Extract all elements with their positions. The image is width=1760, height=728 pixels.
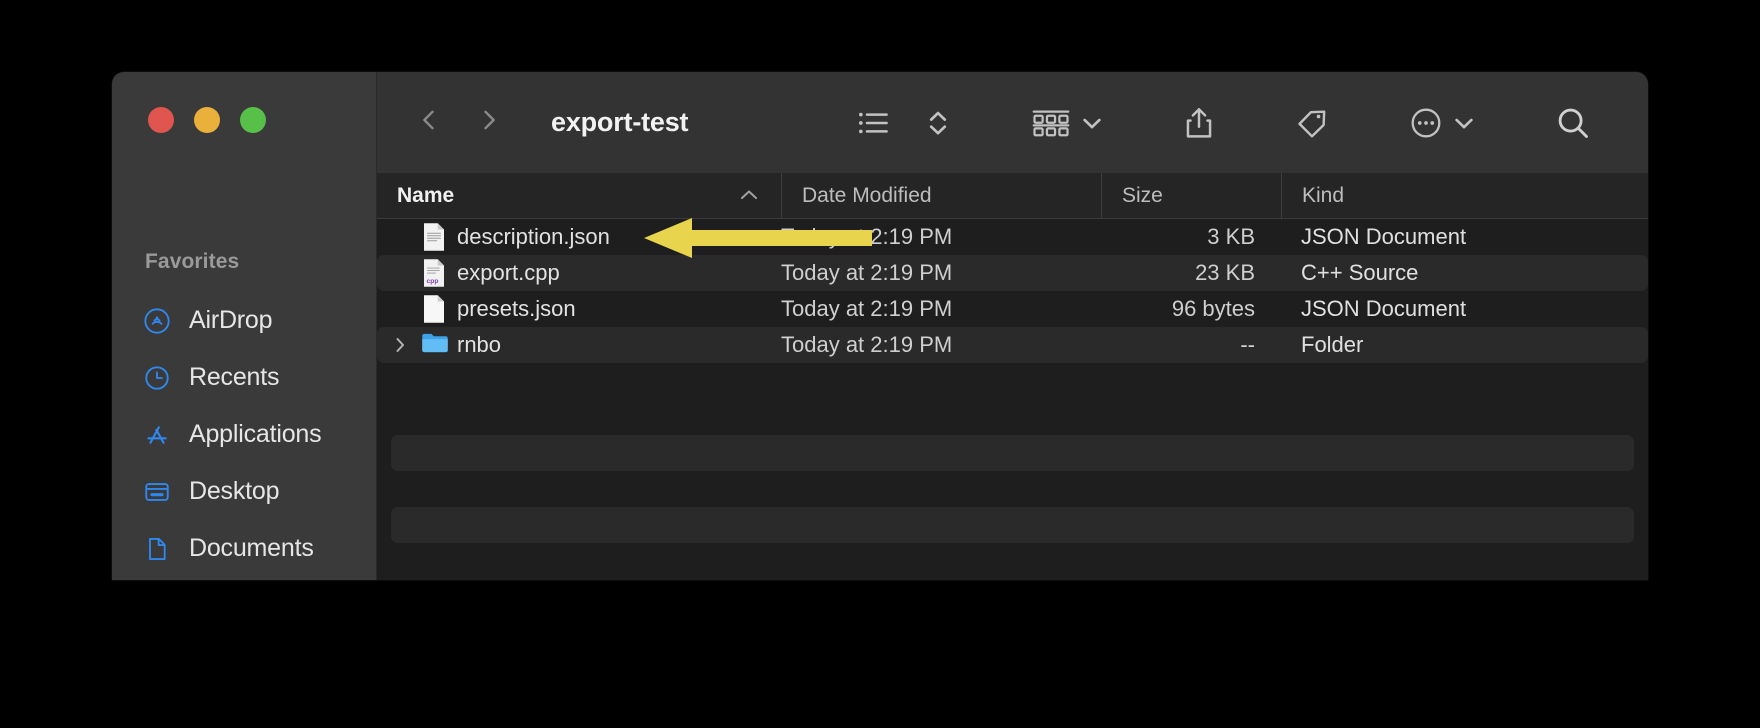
column-headers: Name Date Modified Size Kind bbox=[377, 173, 1648, 219]
file-name-cell: cpp export.cpp bbox=[377, 258, 781, 288]
json-file-icon bbox=[421, 222, 447, 252]
sidebar-item-label: Applications bbox=[189, 420, 321, 449]
sidebar-item-airdrop[interactable]: AirDrop bbox=[112, 292, 376, 349]
sidebar: Favorites AirDrop bbox=[112, 72, 377, 580]
file-date: Today at 2:19 PM bbox=[781, 332, 1101, 358]
close-button[interactable] bbox=[148, 107, 174, 133]
forward-button[interactable] bbox=[475, 103, 503, 142]
empty-row-striped bbox=[391, 507, 1634, 543]
sidebar-item-label: AirDrop bbox=[189, 306, 272, 335]
document-icon bbox=[142, 534, 172, 564]
window-title: export-test bbox=[551, 107, 688, 138]
main-pane: export-test bbox=[377, 72, 1648, 580]
clock-icon bbox=[142, 363, 172, 393]
file-name: export.cpp bbox=[457, 260, 560, 286]
desktop-icon bbox=[142, 477, 172, 507]
file-name-cell: rnbo bbox=[377, 330, 781, 360]
sort-stepper-icon[interactable] bbox=[908, 93, 968, 153]
chevron-down-icon bbox=[1081, 114, 1103, 132]
file-kind: C++ Source bbox=[1281, 260, 1648, 286]
sidebar-item-desktop[interactable]: Desktop bbox=[112, 463, 376, 520]
table-row[interactable]: presets.json Today at 2:19 PM 96 bytes J… bbox=[377, 291, 1648, 327]
file-size: 96 bytes bbox=[1101, 296, 1281, 322]
file-name: rnbo bbox=[457, 332, 501, 358]
empty-row bbox=[377, 471, 1648, 507]
file-kind: JSON Document bbox=[1281, 224, 1648, 250]
table-row[interactable]: description.json Today at 2:19 PM 3 KB J… bbox=[377, 219, 1648, 255]
empty-row-striped bbox=[391, 435, 1634, 471]
table-row[interactable]: cpp export.cpp Today at 2:19 PM 23 KB C+… bbox=[377, 255, 1648, 291]
sidebar-item-applications[interactable]: Applications bbox=[112, 406, 376, 463]
column-header-name[interactable]: Name bbox=[377, 173, 781, 219]
file-kind: Folder bbox=[1281, 332, 1648, 358]
file-date: Today at 2:19 PM bbox=[781, 260, 1101, 286]
empty-row bbox=[377, 399, 1648, 435]
sidebar-item-downloads[interactable]: Downloads bbox=[112, 577, 376, 580]
sidebar-item-label: Desktop bbox=[189, 477, 279, 506]
maximize-button[interactable] bbox=[240, 107, 266, 133]
sidebar-list: AirDrop Recents bbox=[112, 292, 376, 580]
chevron-down-icon bbox=[1453, 114, 1475, 132]
column-label: Date Modified bbox=[802, 184, 932, 208]
applications-icon bbox=[142, 420, 172, 450]
table-row[interactable]: rnbo Today at 2:19 PM -- Folder bbox=[377, 327, 1648, 363]
finder-window: Favorites AirDrop bbox=[112, 72, 1648, 580]
search-icon[interactable] bbox=[1538, 93, 1608, 153]
column-label: Size bbox=[1122, 184, 1163, 208]
svg-text:cpp: cpp bbox=[427, 278, 439, 285]
cpp-file-icon: cpp bbox=[421, 258, 447, 288]
airdrop-icon bbox=[142, 306, 172, 336]
window-controls bbox=[148, 107, 266, 133]
file-name-cell: description.json bbox=[377, 222, 781, 252]
file-kind: JSON Document bbox=[1281, 296, 1648, 322]
column-label: Name bbox=[397, 184, 454, 208]
share-icon[interactable] bbox=[1166, 93, 1232, 153]
back-button[interactable] bbox=[415, 103, 443, 142]
file-name: description.json bbox=[457, 224, 610, 250]
minimize-button[interactable] bbox=[194, 107, 220, 133]
sidebar-item-label: Documents bbox=[189, 534, 314, 563]
file-date: Today at 2:19 PM bbox=[781, 224, 1101, 250]
folder-icon bbox=[421, 330, 447, 360]
json-file-icon bbox=[421, 294, 447, 324]
sidebar-item-recents[interactable]: Recents bbox=[112, 349, 376, 406]
toolbar: export-test bbox=[377, 72, 1648, 173]
sidebar-item-label: Recents bbox=[189, 363, 279, 392]
tag-icon[interactable] bbox=[1278, 93, 1346, 153]
column-label: Kind bbox=[1302, 184, 1344, 208]
file-date: Today at 2:19 PM bbox=[781, 296, 1101, 322]
column-header-kind[interactable]: Kind bbox=[1281, 173, 1648, 219]
empty-row bbox=[377, 363, 1648, 399]
group-by-icon[interactable] bbox=[1014, 93, 1120, 153]
file-size: 23 KB bbox=[1101, 260, 1281, 286]
column-header-date-modified[interactable]: Date Modified bbox=[781, 173, 1101, 219]
navigation-buttons bbox=[415, 103, 503, 142]
more-options-icon[interactable] bbox=[1392, 93, 1492, 153]
file-name: presets.json bbox=[457, 296, 576, 322]
sidebar-section-favorites: Favorites bbox=[145, 250, 239, 274]
sidebar-item-documents[interactable]: Documents bbox=[112, 520, 376, 577]
toolbar-actions bbox=[840, 93, 1648, 153]
file-size: -- bbox=[1101, 332, 1281, 358]
column-header-size[interactable]: Size bbox=[1101, 173, 1281, 219]
file-name-cell: presets.json bbox=[377, 294, 781, 324]
disclosure-triangle-icon[interactable] bbox=[389, 335, 411, 355]
file-size: 3 KB bbox=[1101, 224, 1281, 250]
sort-ascending-icon bbox=[739, 184, 759, 208]
file-list: description.json Today at 2:19 PM 3 KB J… bbox=[377, 219, 1648, 580]
view-list-icon[interactable] bbox=[840, 93, 908, 153]
